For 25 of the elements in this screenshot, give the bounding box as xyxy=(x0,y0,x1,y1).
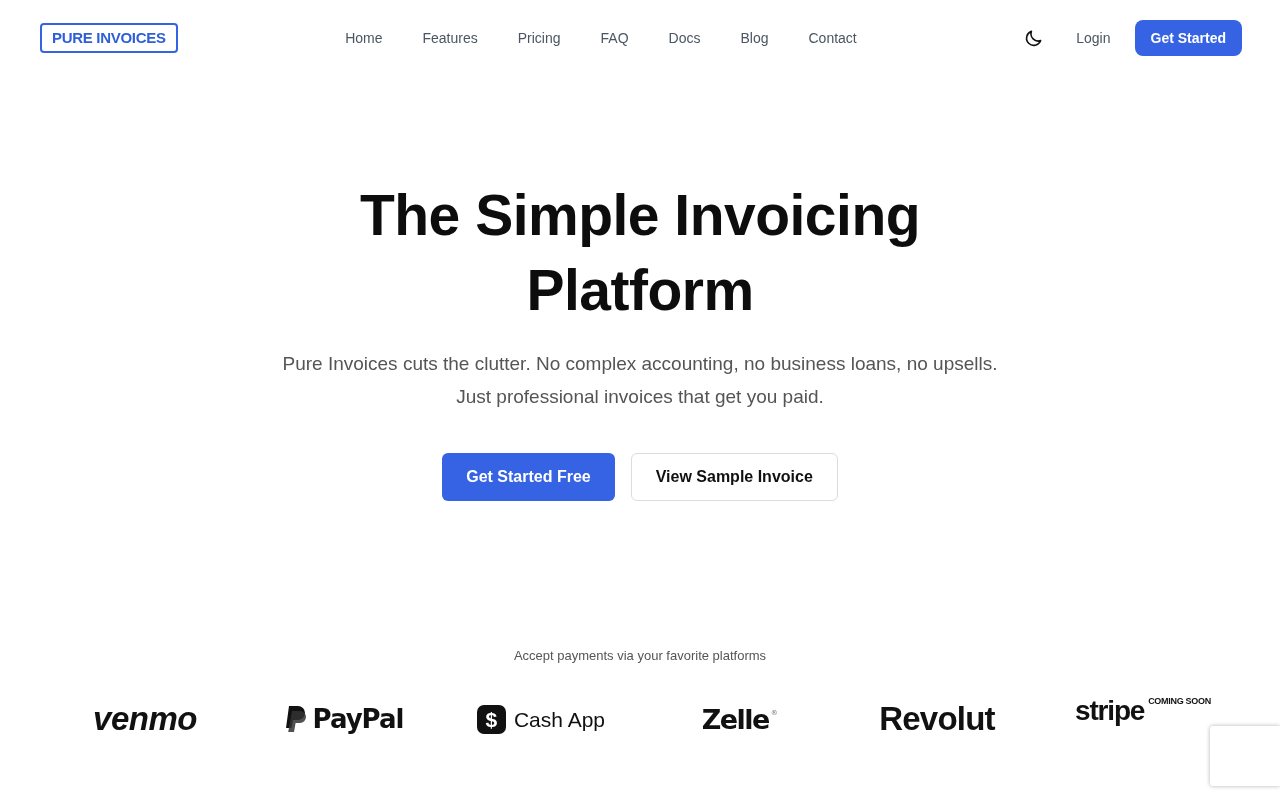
hero-title: The Simple Invoicing Platform xyxy=(358,182,922,324)
secondary-cta-button[interactable]: View Sample Invoice xyxy=(630,453,838,501)
payment-logo: Cash App xyxy=(513,707,606,732)
get-started-button[interactable]: Get Started xyxy=(1134,20,1242,56)
nav-link[interactable]: Docs xyxy=(668,30,701,46)
payments-heading: Accept payments via your favorite platforms xyxy=(513,647,767,665)
nav-link[interactable]: Features xyxy=(422,30,478,46)
nav-link[interactable]: Pricing xyxy=(517,30,561,46)
primary-cta-button[interactable]: Get Started Free xyxy=(442,453,615,501)
dollar-icon: $ xyxy=(476,704,506,734)
payment-logo: Zelle$^{®}$ xyxy=(701,703,777,735)
login-link[interactable]: Login xyxy=(1076,30,1111,46)
theme-toggle-button[interactable] xyxy=(1024,28,1044,48)
nav-link[interactable]: FAQ xyxy=(600,30,629,46)
nav-link[interactable]: Blog xyxy=(740,30,769,46)
payment-logo: stripe xyxy=(1075,694,1145,728)
logo-link[interactable]: PURE INVOICES xyxy=(40,23,178,53)
moon-icon xyxy=(1024,28,1044,48)
nav-link[interactable]: Home xyxy=(345,30,383,46)
hero-subtitle: Pure Invoices cuts the clutter. No complex accounting, no business loans, no upsells. Just professional invoices that get you paid. xyxy=(281,352,999,409)
nav-link[interactable]: Contact xyxy=(808,30,857,46)
payment-logo: PayPal xyxy=(312,704,404,734)
coming-soon-label: COMING SOON xyxy=(1148,696,1211,707)
payment-logo: venmo xyxy=(93,700,197,738)
payment-logo: Revolut xyxy=(879,700,995,738)
